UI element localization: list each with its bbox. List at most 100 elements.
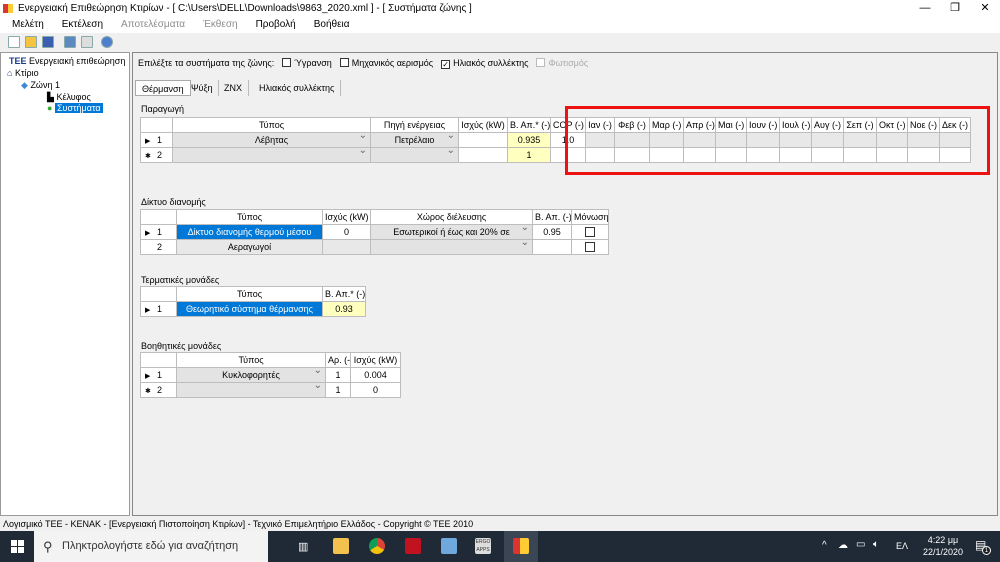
- notes-icon[interactable]: [441, 538, 457, 554]
- type-combo[interactable]: Λέβητας: [172, 132, 371, 148]
- task-view-icon[interactable]: ▥: [298, 540, 308, 553]
- column-header[interactable]: Β. Απ.* (-): [322, 286, 366, 302]
- print-preview-icon[interactable]: [81, 36, 93, 48]
- menu-3[interactable]: Έκθεση: [203, 19, 237, 30]
- column-header[interactable]: Τύπος: [172, 117, 371, 133]
- row-header[interactable]: ▶ 1: [140, 301, 177, 317]
- efficiency-cell[interactable]: 1: [507, 147, 551, 163]
- efficiency-cell[interactable]: 0.95: [532, 224, 572, 240]
- type-cell[interactable]: Δίκτυο διανομής θερμού μέσου: [176, 224, 323, 240]
- column-header[interactable]: Αρ. (-): [325, 352, 351, 368]
- tray-chevron-icon[interactable]: ^: [822, 540, 827, 551]
- column-header[interactable]: Ισχύς (kW): [322, 209, 371, 225]
- distribution-title: Δίκτυο διανομής: [141, 197, 206, 207]
- clock[interactable]: 4:22 μμ 22/1/2020: [918, 534, 968, 558]
- tree-node-zone[interactable]: ◆ Ζώνη 1: [21, 80, 60, 91]
- efficiency-cell[interactable]: 0.935: [507, 132, 551, 148]
- type-cell[interactable]: Θεωρητικό σύστημα θέρμανσης: [176, 301, 323, 317]
- column-header[interactable]: Τύπος: [176, 352, 326, 368]
- menu-1[interactable]: Εκτέλεση: [62, 19, 103, 30]
- type-combo[interactable]: [172, 147, 371, 163]
- auxiliary-grid: ΤύποςΑρ. (-)Ισχύς (kW)▶1Κυκλοφορητές10.0…: [140, 352, 401, 398]
- row-header[interactable]: ▶ 1: [140, 132, 173, 148]
- energy-source-combo[interactable]: Πετρέλαιο: [370, 132, 459, 148]
- count-cell[interactable]: 1: [325, 382, 351, 398]
- ergo-apps-icon[interactable]: ERGO APPS: [475, 538, 491, 554]
- type-cell[interactable]: Αεραγωγοί: [176, 239, 323, 255]
- kenak-app-taskbar[interactable]: [504, 531, 538, 562]
- column-header[interactable]: Μόνωση: [571, 209, 609, 225]
- insulation-cell[interactable]: [571, 239, 609, 255]
- row-header[interactable]: ✱ 2: [140, 382, 177, 398]
- row-header[interactable]: ✱ 2: [140, 147, 173, 163]
- tree-node-building[interactable]: ⌂ Κτίριο: [7, 68, 39, 78]
- power-cell[interactable]: [458, 147, 508, 163]
- checkbox-0[interactable]: [282, 58, 292, 67]
- efficiency-cell[interactable]: 0.93: [322, 301, 366, 317]
- row-header[interactable]: ▶ 1: [140, 367, 177, 383]
- network-icon[interactable]: ▭: [856, 539, 865, 550]
- column-header[interactable]: Τύπος: [176, 286, 323, 302]
- column-header[interactable]: Πηγή ενέργειας: [370, 117, 459, 133]
- checkbox-label: Φωτισμός: [548, 58, 589, 68]
- type-combo[interactable]: Κυκλοφορητές: [176, 367, 326, 383]
- tree-node-root[interactable]: TEE Ενεργειακή επιθεώρηση: [9, 56, 125, 66]
- insulation-cell[interactable]: [571, 224, 609, 240]
- table-row: ▶1Κυκλοφορητές10.004: [140, 367, 401, 383]
- row-header[interactable]: ▶ 1: [140, 224, 177, 240]
- image-icon[interactable]: [64, 36, 76, 48]
- minimize-button[interactable]: —: [910, 0, 940, 17]
- tab-2[interactable]: ZNX: [218, 80, 249, 96]
- close-button[interactable]: ✕: [970, 0, 1000, 17]
- power-cell[interactable]: 0.004: [350, 367, 401, 383]
- checkbox-1[interactable]: [339, 58, 349, 67]
- insulation-checkbox[interactable]: [585, 227, 595, 238]
- menu-4[interactable]: Προβολή: [256, 19, 296, 30]
- restore-button[interactable]: ❐: [940, 0, 970, 17]
- tab-1[interactable]: Ψύξη: [185, 80, 220, 96]
- open-folder-icon[interactable]: [25, 36, 37, 48]
- checkbox-2[interactable]: ✓: [441, 60, 451, 69]
- menu-0[interactable]: Μελέτη: [12, 19, 44, 30]
- column-header[interactable]: Τύπος: [176, 209, 323, 225]
- menu-5[interactable]: Βοήθεια: [314, 19, 350, 30]
- power-cell[interactable]: [458, 132, 508, 148]
- new-file-icon[interactable]: [8, 36, 20, 48]
- count-cell[interactable]: 1: [325, 367, 351, 383]
- table-row: ▶ 1 Θεωρητικό σύστημα θέρμανσης 0.93: [140, 301, 366, 317]
- efficiency-cell[interactable]: [532, 239, 572, 255]
- row-header[interactable]: 2: [140, 239, 177, 255]
- search-box[interactable]: ⚲ Πληκτρολογήστε εδώ για αναζήτηση: [34, 531, 268, 562]
- onedrive-icon[interactable]: ☁: [838, 540, 848, 551]
- tree-node-systems[interactable]: ● Συστήματα: [47, 103, 103, 113]
- language-indicator[interactable]: ΕΛ: [896, 541, 908, 551]
- tree-node-envelope[interactable]: ▙ Κέλυφος: [47, 92, 91, 103]
- checkbox-3[interactable]: [536, 58, 546, 67]
- menu-2[interactable]: Αποτελέσματα: [121, 19, 185, 30]
- checkbox-label: Μηχανικός αερισμός: [351, 58, 434, 68]
- tab-0[interactable]: Θέρμανση: [135, 80, 191, 96]
- space-combo[interactable]: Εσωτερικοί ή έως και 20% σε: [370, 224, 533, 240]
- acrobat-icon[interactable]: [405, 538, 421, 554]
- power-cell[interactable]: 0: [350, 382, 401, 398]
- chrome-icon[interactable]: [369, 538, 385, 554]
- tab-3[interactable]: Ηλιακός συλλέκτης: [253, 80, 342, 96]
- volume-icon[interactable]: 🔈︎: [873, 539, 879, 550]
- notifications-icon[interactable]: ▤ 1: [975, 538, 991, 555]
- type-combo[interactable]: [176, 382, 326, 398]
- file-explorer-icon[interactable]: [333, 538, 349, 554]
- insulation-checkbox[interactable]: [585, 242, 595, 253]
- power-cell[interactable]: [322, 239, 371, 255]
- save-icon[interactable]: [42, 36, 54, 48]
- start-button[interactable]: [11, 540, 24, 553]
- column-header[interactable]: Ισχύς (kW): [458, 117, 508, 133]
- globe-icon[interactable]: [101, 36, 113, 48]
- column-header[interactable]: Χώρος διέλευσης: [370, 209, 533, 225]
- column-header[interactable]: Ισχύς (kW): [350, 352, 401, 368]
- space-combo[interactable]: [370, 239, 533, 255]
- energy-source-combo[interactable]: [370, 147, 459, 163]
- power-cell[interactable]: 0: [322, 224, 371, 240]
- column-header[interactable]: Β. Απ.* (-): [507, 117, 551, 133]
- checkbox-label: Ηλιακός συλλέκτης: [453, 58, 529, 68]
- column-header[interactable]: Β. Απ. (-): [532, 209, 572, 225]
